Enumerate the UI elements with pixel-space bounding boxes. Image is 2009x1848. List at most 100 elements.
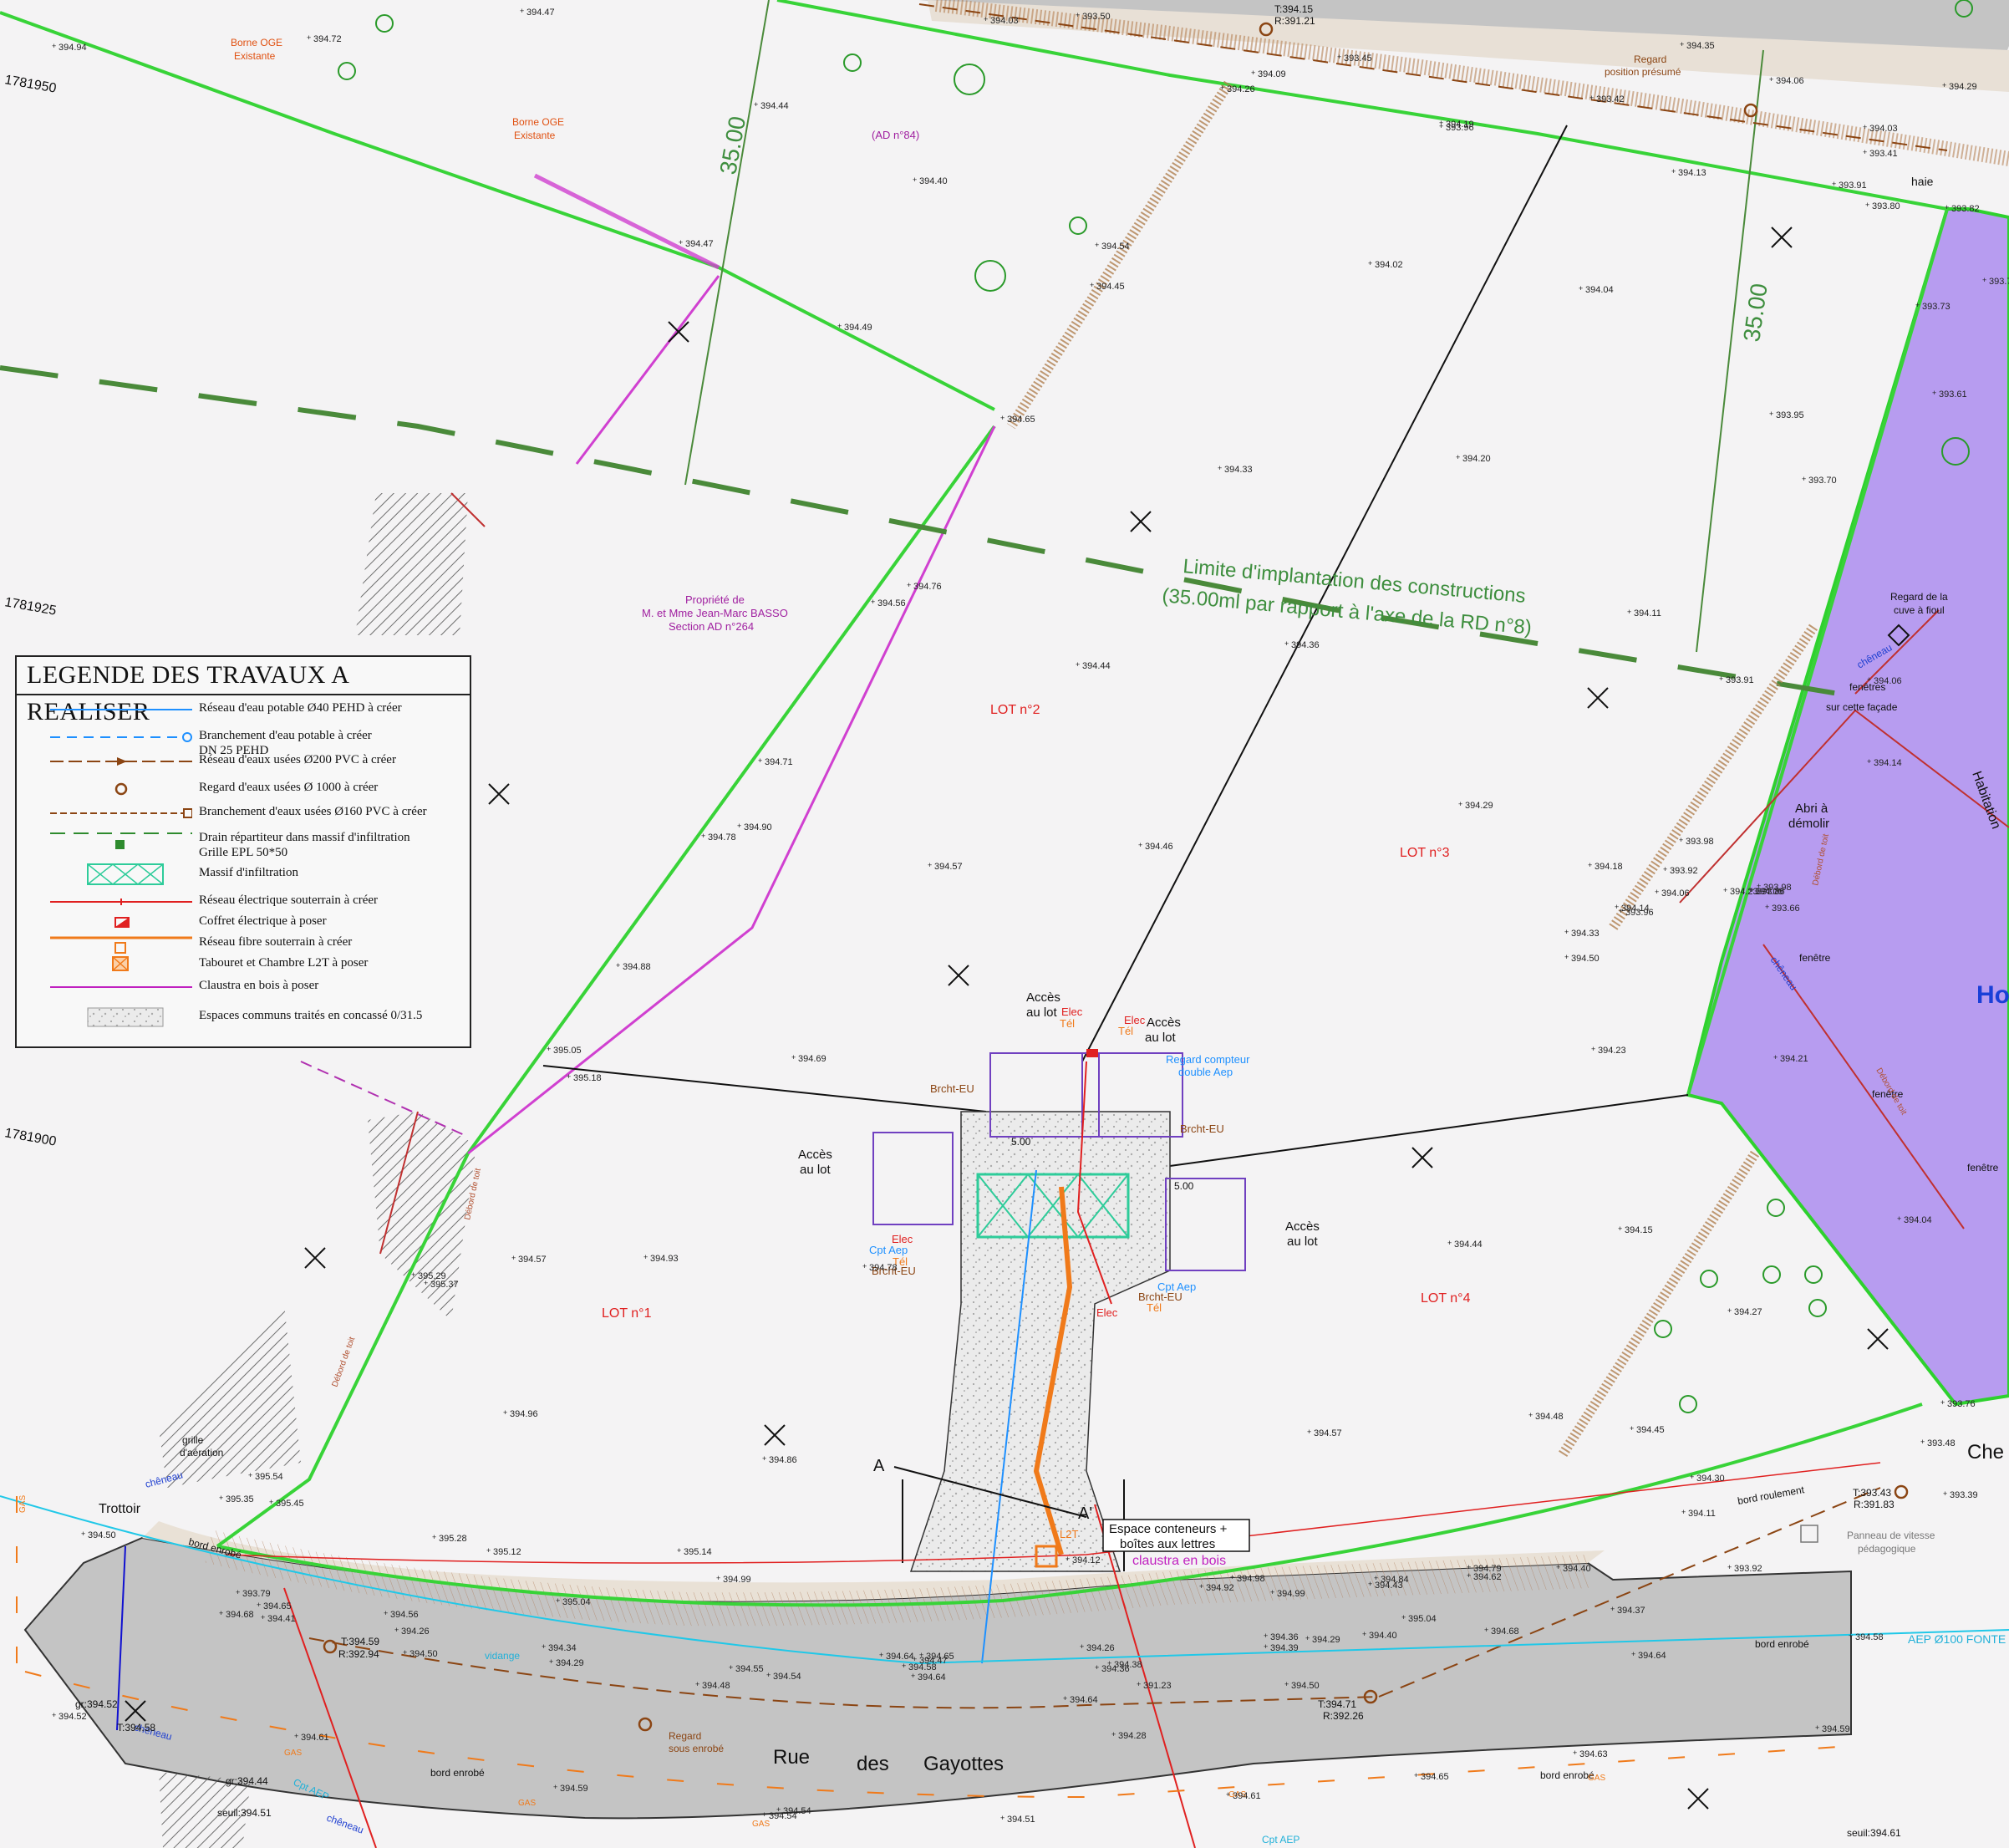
spot-elevation: 393.66 bbox=[1772, 904, 1800, 914]
spot-elevation: 393.82 bbox=[1951, 204, 1980, 214]
legend-symbol-orange-line-box bbox=[50, 933, 192, 955]
legend: LEGENDE DES TRAVAUX A REALISER Réseau d'… bbox=[15, 655, 471, 1048]
spot-marker: + bbox=[1815, 1723, 1819, 1732]
bord-roulement: bord roulement bbox=[1737, 1484, 1806, 1507]
spot-marker: + bbox=[1719, 675, 1723, 683]
spot-elevation: 394.50 bbox=[88, 1530, 116, 1540]
spot-marker: + bbox=[549, 1657, 553, 1666]
spot-marker: + bbox=[261, 1613, 265, 1621]
spot-marker: + bbox=[1401, 1613, 1406, 1621]
spot-elevation: 394.64 bbox=[1638, 1651, 1666, 1661]
spot-elevation: 394.29 bbox=[1312, 1635, 1340, 1645]
spot-marker: + bbox=[1943, 1489, 1947, 1498]
slope-bank-se bbox=[1558, 1150, 1760, 1458]
acces-north-2b: au lot bbox=[1145, 1031, 1177, 1045]
tel-4: Tél bbox=[1147, 1301, 1162, 1314]
spot-marker: + bbox=[1727, 1563, 1732, 1571]
spot-marker: + bbox=[1447, 1239, 1452, 1247]
spot-marker: + bbox=[1680, 40, 1684, 48]
spot-elevation: 394.33 bbox=[1224, 465, 1253, 475]
spot-marker: + bbox=[219, 1494, 223, 1502]
spot-elevation: 394.65 bbox=[1421, 1772, 1449, 1782]
borne-1a: Borne OGE bbox=[231, 37, 282, 48]
legend-item: Drain répartiteur dans massif d'infiltra… bbox=[17, 828, 470, 859]
spot-elevation: 394.54 bbox=[769, 1811, 797, 1821]
spot-elevation: 394.99 bbox=[723, 1575, 751, 1585]
spot-elevation: 394.06 bbox=[1661, 888, 1690, 899]
spot-marker: + bbox=[1867, 757, 1871, 766]
legend-item: Coffret électrique à poser bbox=[17, 912, 470, 934]
spot-elevation: 394.43 bbox=[1375, 1581, 1403, 1591]
spot-elevation: 394.23 bbox=[1730, 887, 1758, 897]
spot-marker: + bbox=[1610, 1605, 1615, 1613]
access-gravel bbox=[909, 1111, 1171, 1572]
spot-marker: + bbox=[701, 832, 705, 840]
spot-elevation: 394.88 bbox=[623, 962, 651, 972]
spot-elevation: 394.93 bbox=[650, 1254, 679, 1264]
dim-left: 35.00 bbox=[715, 115, 750, 176]
spot-elevation: 394.61 bbox=[1233, 1791, 1261, 1801]
brcht-eu-1: Brcht-EU bbox=[930, 1082, 974, 1095]
spot-elevation: 394.09 bbox=[1258, 69, 1286, 79]
road-name-3: Gayottes bbox=[923, 1753, 1004, 1775]
legend-item: Réseau d'eaux usées Ø200 PVC à créer bbox=[17, 751, 470, 772]
haie-label: haie bbox=[1911, 175, 1934, 188]
spot-marker: + bbox=[1226, 1790, 1230, 1799]
spot-marker: + bbox=[1769, 75, 1773, 84]
spot-marker: + bbox=[1932, 389, 1936, 397]
spot-elevation: 395.04 bbox=[1408, 1614, 1437, 1624]
bord-enrobe-3: bord enrobé bbox=[1755, 1638, 1809, 1650]
spot-marker: + bbox=[677, 1546, 681, 1555]
spot-marker: + bbox=[1000, 414, 1004, 422]
spot-marker: + bbox=[716, 1574, 720, 1582]
abri-2: démolir bbox=[1788, 817, 1829, 831]
t3: T:394.71 bbox=[1318, 1698, 1356, 1710]
spot-elevation: 394.36 bbox=[1291, 640, 1320, 650]
spot-marker: + bbox=[1867, 675, 1871, 684]
coord-3: 1781900 bbox=[3, 1126, 57, 1149]
spot-marker: + bbox=[1484, 1626, 1488, 1634]
spot-elevation: 393.80 bbox=[1872, 201, 1900, 211]
spot-elevation: 394.65 bbox=[263, 1601, 292, 1611]
spot-marker: + bbox=[1199, 1582, 1203, 1591]
spot-elevation: 394.34 bbox=[548, 1643, 577, 1653]
spot-marker: + bbox=[1107, 1659, 1111, 1667]
spot-marker: + bbox=[1080, 1642, 1084, 1651]
regard-compteur-1: Regard compteur bbox=[1166, 1053, 1250, 1066]
spot-elevation: 394.68 bbox=[226, 1610, 254, 1620]
spot-marker: + bbox=[862, 1262, 867, 1270]
spot-marker: + bbox=[553, 1783, 557, 1791]
acces-north-1b: au lot bbox=[1026, 1005, 1058, 1020]
spot-elevation: 394.59 bbox=[1822, 1724, 1850, 1734]
cpt-aep-road-2: Cpt AEP bbox=[1262, 1834, 1299, 1845]
spot-elevation: 394.35 bbox=[1686, 41, 1715, 51]
spot-elevation: 393.92 bbox=[1734, 1564, 1762, 1574]
spot-marker: + bbox=[1000, 1814, 1004, 1822]
spot-marker: + bbox=[1915, 301, 1920, 309]
acces-east-b: au lot bbox=[1287, 1235, 1319, 1249]
cheneau-1: chêneau bbox=[144, 1469, 184, 1489]
spot-elevation: 394.99 bbox=[1277, 1589, 1305, 1599]
spot-marker: + bbox=[1945, 203, 1949, 211]
spot-marker: + bbox=[1865, 201, 1869, 209]
spot-marker: + bbox=[1663, 865, 1667, 873]
spot-elevation: 394.72 bbox=[313, 34, 342, 44]
spot-elevation: 394.64 bbox=[1070, 1695, 1098, 1705]
spot-elevation: 393.79 bbox=[242, 1589, 271, 1599]
spot-elevation: 394.06 bbox=[1776, 76, 1804, 86]
spot-marker: + bbox=[511, 1254, 516, 1262]
spot-marker: + bbox=[871, 598, 875, 606]
spot-elevation: 394.47 bbox=[526, 8, 555, 18]
spot-marker: + bbox=[1589, 94, 1594, 102]
spot-elevation: 393.61 bbox=[1939, 389, 1967, 400]
spot-marker: + bbox=[1111, 1730, 1116, 1739]
spot-elevation: 394.41 bbox=[267, 1614, 296, 1624]
debord-4: Débord de toit bbox=[330, 1336, 357, 1388]
borne-2b: Existante bbox=[514, 130, 556, 141]
spot-elevation: 393.73 bbox=[1922, 302, 1951, 312]
tel-2: Tél bbox=[1118, 1025, 1133, 1037]
spot-marker: + bbox=[1076, 660, 1080, 669]
spot-elevation: 394.48 bbox=[702, 1681, 730, 1691]
spot-elevation: 394.78 bbox=[708, 832, 736, 843]
legend-symbol-graphic bbox=[112, 956, 129, 971]
